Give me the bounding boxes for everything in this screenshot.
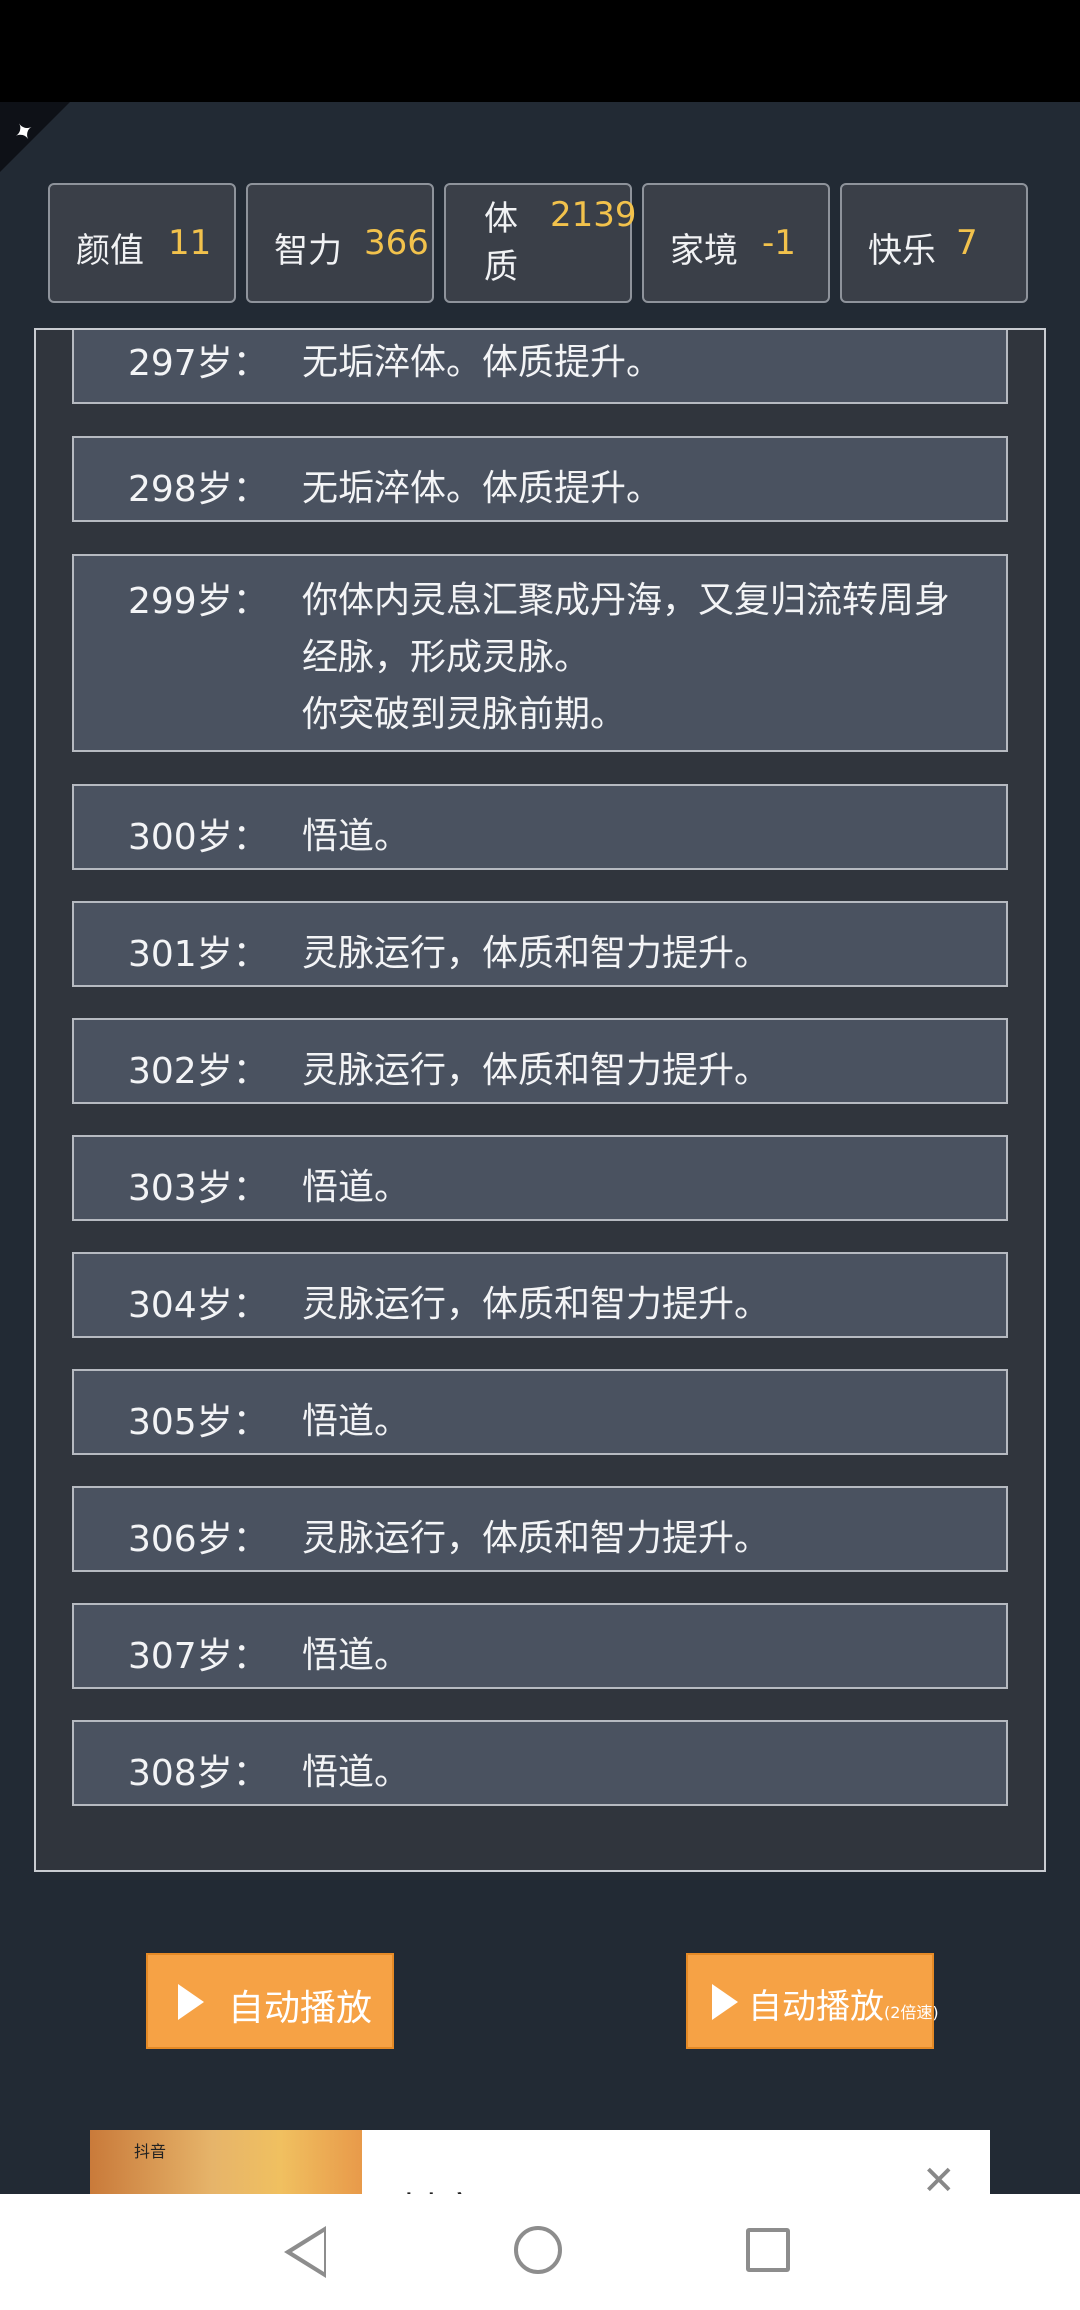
log-age: 306岁： — [128, 1519, 269, 1560]
log-age: 299岁： — [128, 581, 269, 622]
stat-value: 366 — [364, 223, 429, 263]
play-icon — [712, 1984, 738, 2020]
log-event: 悟道。 — [302, 1167, 411, 1208]
log-age: 302岁： — [128, 1051, 269, 1092]
stat-intelligence: 智力 366 — [246, 183, 434, 303]
log-entry: 307岁： 悟道。 — [72, 1603, 1008, 1689]
log-entry: 301岁： 灵脉运行，体质和智力提升。 — [72, 901, 1008, 987]
log-entry: 304岁： 灵脉运行，体质和智力提升。 — [72, 1252, 1008, 1338]
stat-happiness: 快乐 7 — [840, 183, 1028, 303]
log-age: 308岁： — [128, 1753, 269, 1794]
log-event: 无垢淬体。体质提升。 — [302, 468, 663, 509]
log-age: 304岁： — [128, 1285, 269, 1326]
log-event: 灵脉运行，体质和智力提升。 — [302, 933, 771, 974]
log-event: 悟道。 — [302, 816, 411, 857]
log-age: 303岁： — [128, 1168, 269, 1209]
recent-apps-icon[interactable] — [746, 2228, 790, 2272]
log-age: 307岁： — [128, 1636, 269, 1677]
stat-label: 家境 — [670, 231, 738, 271]
status-bar — [0, 0, 1080, 102]
auto-play-2x-label: 自动播放 — [748, 1987, 884, 2027]
log-entry: 297岁： 无垢淬体。体质提升。 — [72, 330, 1008, 404]
home-icon[interactable] — [514, 2226, 562, 2274]
log-entry: 308岁： 悟道。 — [72, 1720, 1008, 1806]
log-age: 301岁： — [128, 934, 269, 975]
log-entry: 305岁： 悟道。 — [72, 1369, 1008, 1455]
log-entry: 298岁： 无垢淬体。体质提升。 — [72, 436, 1008, 522]
stat-constitution: 体质 2139 — [444, 183, 637, 303]
stat-value: 2139 — [550, 195, 637, 235]
stat-value: 11 — [168, 223, 212, 263]
log-event: 灵脉运行，体质和智力提升。 — [302, 1050, 771, 1091]
log-event: 你体内灵息汇聚成丹海，又复归流转周身经脉，形成灵脉。 你突破到灵脉前期。 — [302, 580, 951, 735]
stat-label: 快乐 — [868, 231, 936, 271]
play-icon — [178, 1984, 204, 2020]
log-age: 297岁： — [128, 343, 269, 384]
log-entry: 302岁： 灵脉运行，体质和智力提升。 — [72, 1018, 1008, 1104]
log-event: 悟道。 — [302, 1752, 411, 1793]
log-event: 灵脉运行，体质和智力提升。 — [302, 1518, 771, 1559]
log-age: 298岁： — [128, 469, 269, 510]
stat-label: 智力 — [274, 231, 342, 271]
log-entry: 306岁： 灵脉运行，体质和智力提升。 — [72, 1486, 1008, 1572]
log-event: 悟道。 — [302, 1635, 411, 1676]
auto-play-2x-button[interactable]: 自动播放(2倍速) — [686, 1953, 939, 2049]
stat-value: 7 — [956, 223, 978, 263]
ad-thumb-text: 抖音 — [134, 2142, 167, 2161]
log-age: 305岁： — [128, 1402, 269, 1443]
life-log-panel[interactable]: 297岁： 无垢淬体。体质提升。 298岁： 无垢淬体。体质提升。 299岁： … — [34, 328, 1046, 1872]
log-event: 灵脉运行，体质和智力提升。 — [302, 1284, 771, 1325]
stat-family: 家境 -1 — [642, 183, 830, 303]
log-entry: 300岁： 悟道。 — [72, 784, 1008, 870]
stat-label: 颜值 — [76, 231, 144, 271]
attribute-bar: 颜值 11 智力 366 体质 2139 家境 -1 快乐 7 — [48, 183, 1032, 305]
log-entry: 303岁： 悟道。 — [72, 1135, 1008, 1221]
log-event: 悟道。 — [302, 1401, 411, 1442]
speed-label: (2倍速) — [884, 2003, 939, 2022]
log-entry: 299岁： 你体内灵息汇聚成丹海，又复归流转周身经脉，形成灵脉。 你突破到灵脉前… — [72, 554, 1008, 752]
log-event: 无垢淬体。体质提升。 — [302, 342, 663, 383]
log-age: 300岁： — [128, 817, 269, 858]
auto-play-button[interactable]: 自动播放 — [146, 1953, 394, 2049]
stat-appearance: 颜值 11 — [48, 183, 236, 303]
stat-label: 体质 — [484, 199, 518, 287]
stat-value: -1 — [762, 223, 796, 263]
auto-play-label: 自动播放 — [228, 1988, 373, 2029]
